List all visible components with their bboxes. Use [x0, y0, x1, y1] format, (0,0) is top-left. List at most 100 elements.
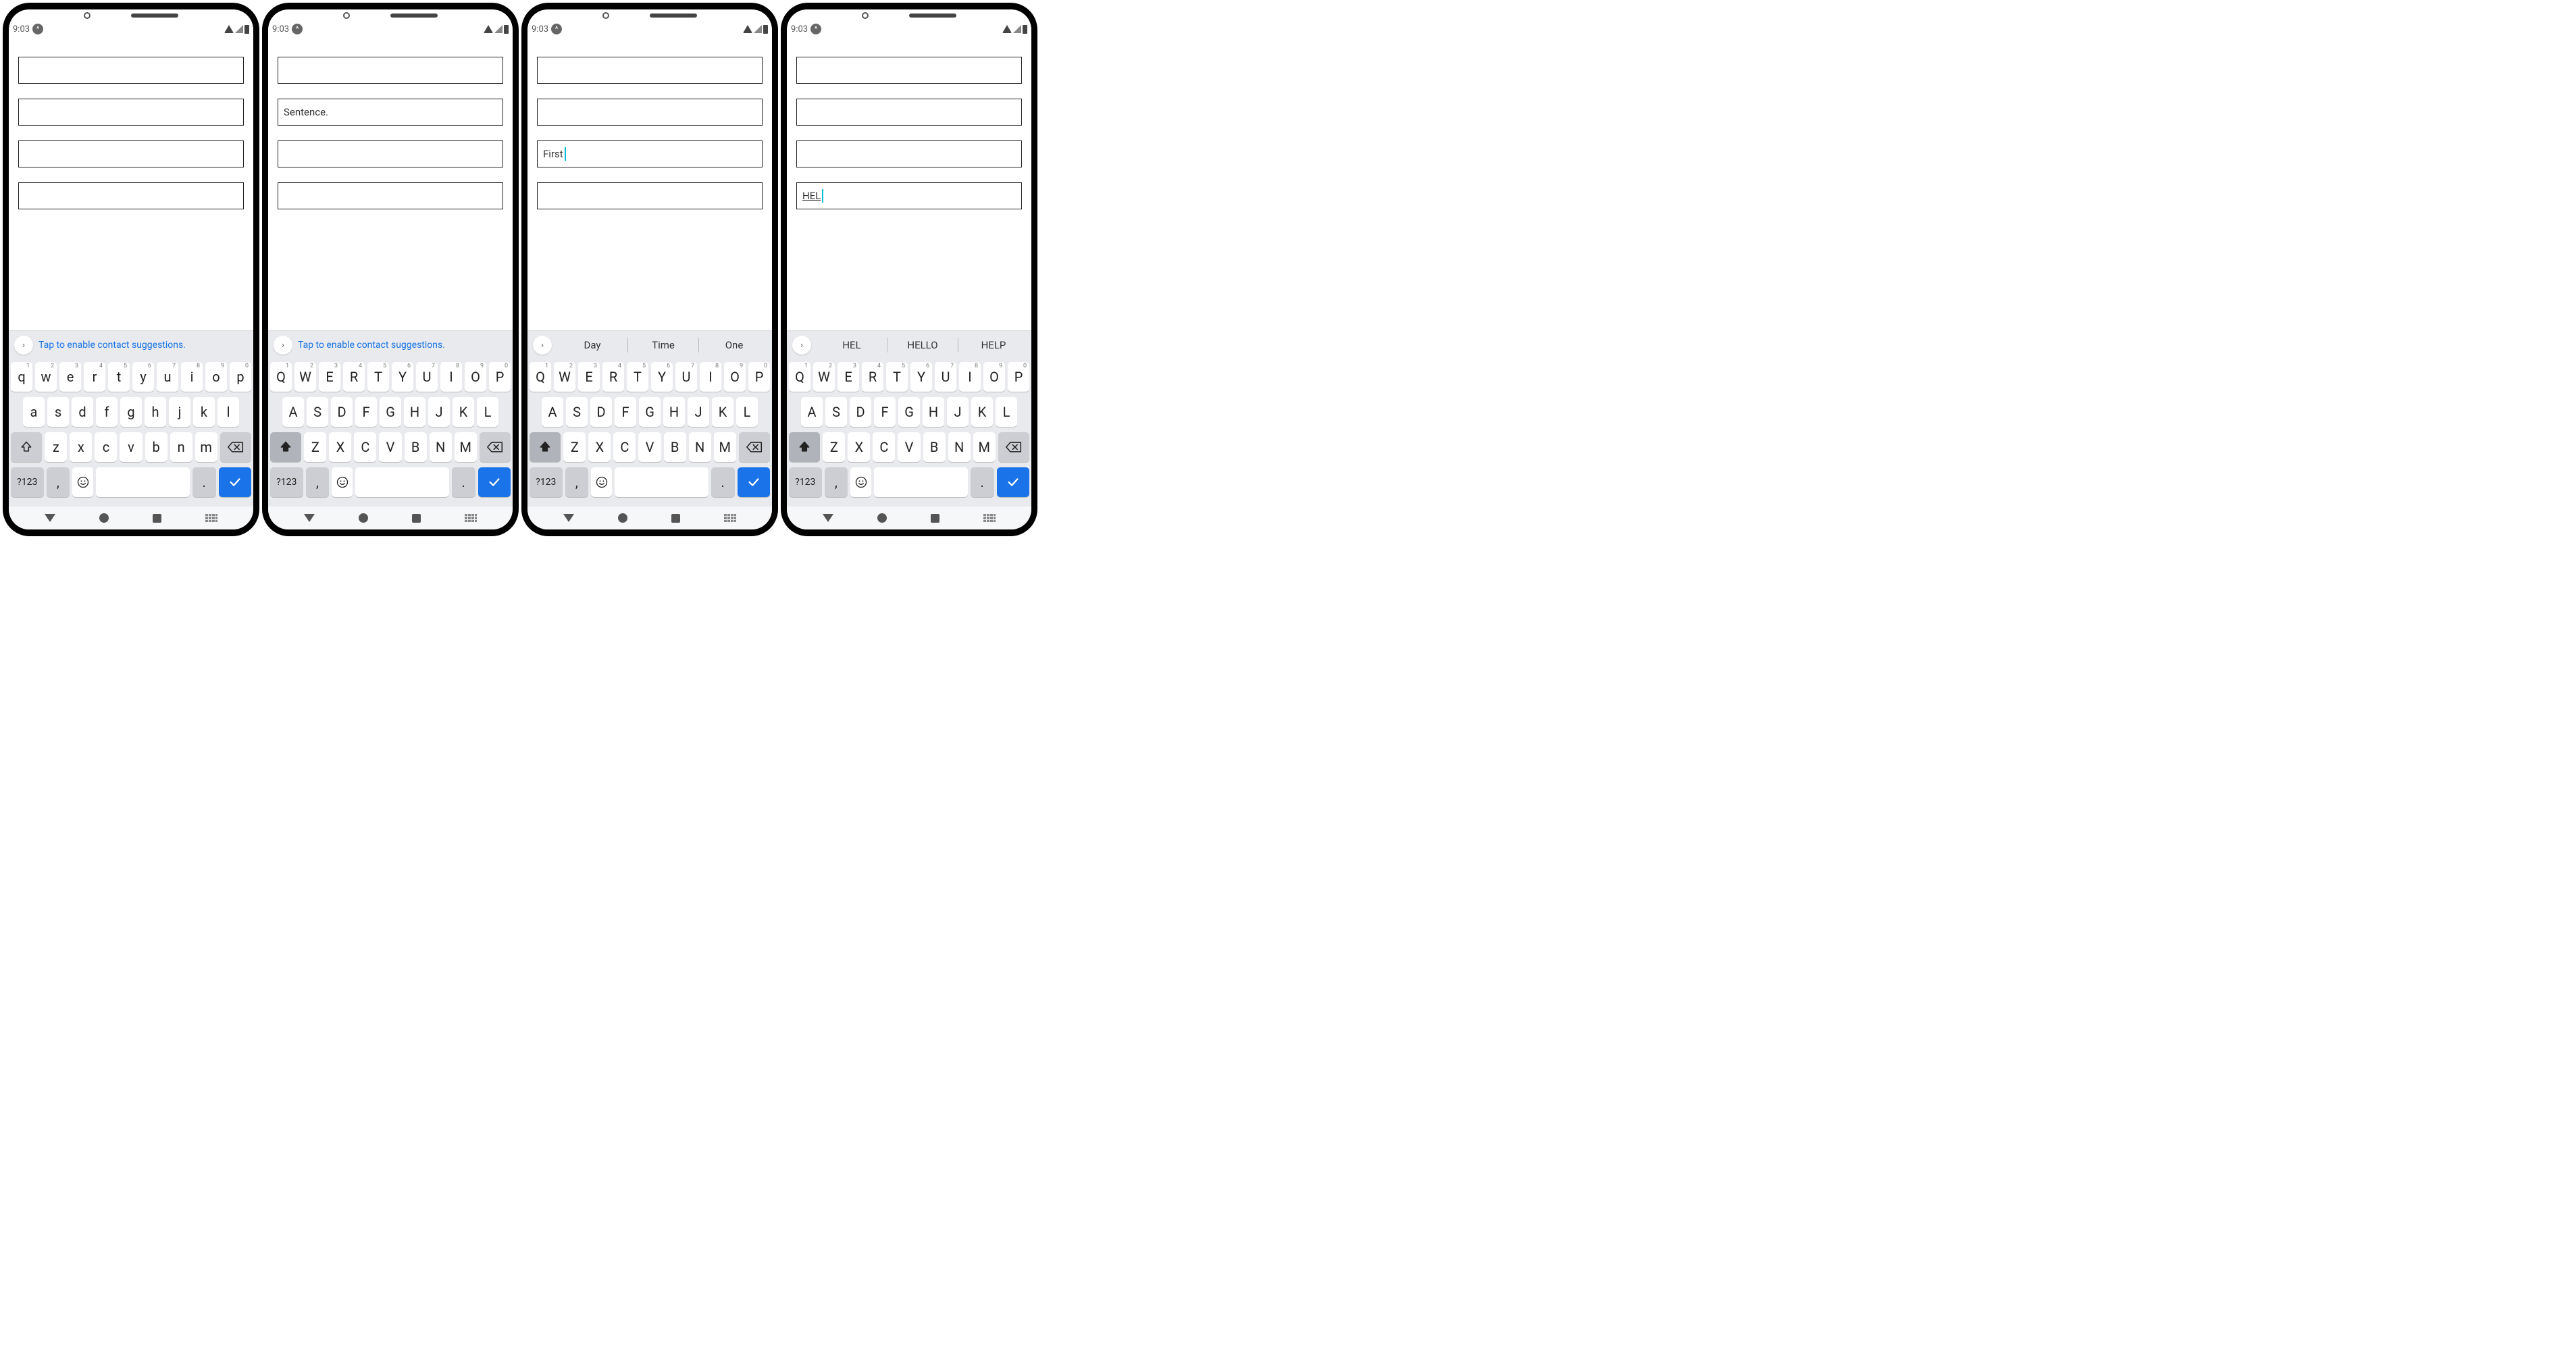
key-m[interactable]: m — [195, 432, 217, 462]
key-u[interactable]: U7 — [416, 362, 438, 392]
backspace-key[interactable] — [998, 432, 1029, 462]
key-s[interactable]: S — [825, 397, 847, 427]
key-j[interactable]: J — [947, 397, 969, 427]
key-n[interactable]: N — [689, 432, 711, 462]
key-q[interactable]: Q1 — [530, 362, 551, 392]
text-input-2[interactable] — [537, 99, 763, 126]
symbols-key[interactable]: ?123 — [270, 467, 303, 497]
key-o[interactable]: O9 — [465, 362, 486, 392]
key-x[interactable]: X — [848, 432, 870, 462]
key-m[interactable]: M — [973, 432, 996, 462]
key-z[interactable]: z — [45, 432, 67, 462]
key-u[interactable]: U7 — [935, 362, 956, 392]
key-o[interactable]: O9 — [983, 362, 1005, 392]
key-t[interactable]: T5 — [627, 362, 648, 392]
space-key[interactable] — [874, 467, 968, 497]
key-n[interactable]: N — [430, 432, 452, 462]
emoji-key[interactable] — [332, 467, 353, 497]
key-l[interactable]: l — [217, 397, 239, 427]
key-k[interactable]: K — [971, 397, 993, 427]
suggestion-word[interactable]: One — [699, 336, 769, 354]
key-a[interactable]: a — [23, 397, 45, 427]
suggestion-word[interactable]: HEL — [817, 336, 887, 354]
key-x[interactable]: X — [329, 432, 351, 462]
expand-suggestions-button[interactable]: › — [792, 336, 811, 355]
text-input-3[interactable] — [278, 140, 503, 167]
comma-key[interactable]: , — [825, 467, 848, 497]
key-t[interactable]: T5 — [886, 362, 908, 392]
shift-key[interactable] — [11, 432, 42, 462]
key-r[interactable]: R4 — [862, 362, 883, 392]
key-u[interactable]: u7 — [157, 362, 178, 392]
key-y[interactable]: Y6 — [392, 362, 413, 392]
period-key[interactable]: . — [711, 467, 735, 497]
period-key[interactable]: . — [971, 467, 994, 497]
key-y[interactable]: Y6 — [651, 362, 673, 392]
key-g[interactable]: G — [380, 397, 401, 427]
key-n[interactable]: n — [170, 432, 192, 462]
nav-keyboard-switch-button[interactable] — [465, 514, 477, 522]
suggestion-hint[interactable]: Tap to enable contact suggestions. — [38, 340, 186, 351]
nav-home-button[interactable] — [359, 513, 368, 523]
suggestion-word[interactable]: Day — [557, 336, 627, 354]
key-q[interactable]: q1 — [11, 362, 32, 392]
text-input-3[interactable] — [18, 140, 244, 167]
nav-home-button[interactable] — [99, 513, 109, 523]
text-input-1[interactable] — [537, 57, 763, 84]
nav-keyboard-switch-button[interactable] — [983, 514, 996, 522]
key-q[interactable]: Q1 — [789, 362, 810, 392]
key-o[interactable]: o9 — [205, 362, 227, 392]
key-i[interactable]: i8 — [181, 362, 203, 392]
key-p[interactable]: p0 — [230, 362, 251, 392]
text-input-1[interactable] — [18, 57, 244, 84]
nav-back-button[interactable] — [823, 514, 833, 522]
key-r[interactable]: r4 — [84, 362, 105, 392]
space-key[interactable] — [96, 467, 190, 497]
key-c[interactable]: C — [354, 432, 376, 462]
nav-recent-button[interactable] — [931, 514, 939, 523]
key-n[interactable]: N — [948, 432, 971, 462]
nav-back-button[interactable] — [563, 514, 574, 522]
expand-suggestions-button[interactable]: › — [14, 336, 33, 355]
key-d[interactable]: D — [331, 397, 353, 427]
key-w[interactable]: W2 — [294, 362, 316, 392]
nav-home-button[interactable] — [618, 513, 627, 523]
key-b[interactable]: B — [664, 432, 686, 462]
emoji-key[interactable] — [850, 467, 871, 497]
text-input-1[interactable] — [796, 57, 1022, 84]
key-j[interactable]: j — [169, 397, 190, 427]
key-a[interactable]: A — [282, 397, 304, 427]
key-l[interactable]: L — [477, 397, 498, 427]
key-z[interactable]: Z — [304, 432, 326, 462]
key-u[interactable]: U7 — [675, 362, 697, 392]
key-r[interactable]: R4 — [602, 362, 624, 392]
key-x[interactable]: x — [70, 432, 92, 462]
key-l[interactable]: L — [736, 397, 758, 427]
backspace-key[interactable] — [480, 432, 511, 462]
key-b[interactable]: b — [145, 432, 168, 462]
key-e[interactable]: E3 — [578, 362, 600, 392]
suggestion-word[interactable]: HELLO — [887, 336, 958, 354]
key-q[interactable]: Q1 — [270, 362, 292, 392]
text-input-3[interactable]: First — [537, 140, 763, 167]
nav-back-button[interactable] — [45, 514, 55, 522]
key-j[interactable]: J — [428, 397, 450, 427]
key-a[interactable]: A — [542, 397, 563, 427]
key-w[interactable]: W2 — [554, 362, 575, 392]
key-k[interactable]: K — [453, 397, 474, 427]
key-p[interactable]: P0 — [1008, 362, 1029, 392]
key-t[interactable]: T5 — [367, 362, 389, 392]
key-v[interactable]: v — [120, 432, 142, 462]
key-i[interactable]: I8 — [440, 362, 462, 392]
key-i[interactable]: I8 — [700, 362, 721, 392]
key-o[interactable]: O9 — [724, 362, 746, 392]
key-g[interactable]: G — [898, 397, 920, 427]
key-d[interactable]: d — [72, 397, 93, 427]
key-p[interactable]: P0 — [489, 362, 511, 392]
key-p[interactable]: P0 — [748, 362, 770, 392]
key-j[interactable]: J — [688, 397, 709, 427]
comma-key[interactable]: , — [47, 467, 70, 497]
nav-back-button[interactable] — [304, 514, 315, 522]
key-d[interactable]: D — [850, 397, 871, 427]
key-w[interactable]: w2 — [35, 362, 57, 392]
